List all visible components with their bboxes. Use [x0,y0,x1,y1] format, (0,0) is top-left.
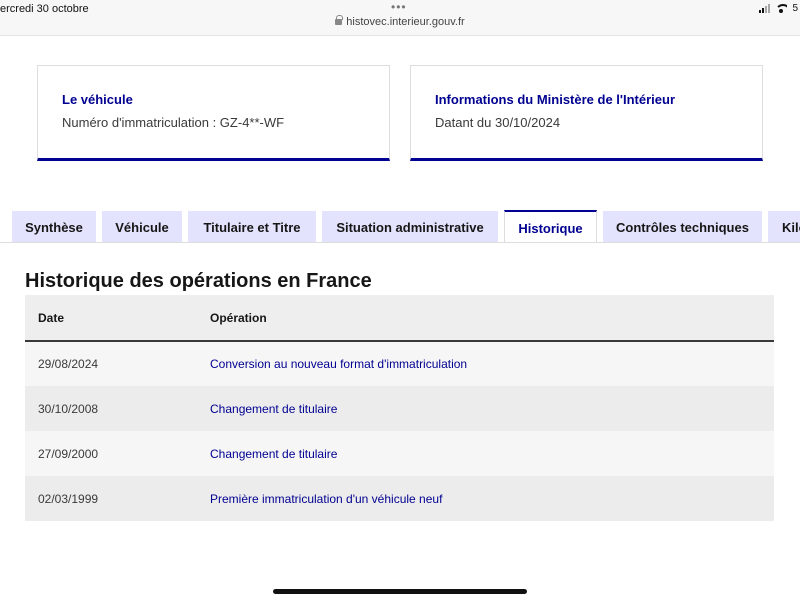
address-bar[interactable]: histovec.interieur.gouv.fr [0,15,800,28]
row-operation: Première immatriculation d'un véhicule n… [210,491,443,506]
table-header-row: Date Opération [25,295,774,341]
table-row: 27/09/2000 Changement de titulaire [25,431,774,476]
status-bar: ercredi 30 octobre ••• histovec.interieu… [0,0,800,36]
tab-situation-administrative[interactable]: Situation administrative [322,211,498,243]
row-operation: Changement de titulaire [210,401,338,416]
status-time: ercredi 30 octobre [0,3,89,15]
row-date: 02/03/1999 [38,491,99,506]
vehicle-card-title: Le véhicule [62,92,133,107]
tab-kilometrage[interactable]: Kilo [768,211,800,243]
row-date: 27/09/2000 [38,446,99,461]
url-text: histovec.interieur.gouv.fr [346,16,465,28]
column-header-date: Date [38,310,65,325]
status-indicators: 5 [759,3,798,14]
tab-titulaire-et-titre[interactable]: Titulaire et Titre [188,211,316,243]
tab-synthese[interactable]: Synthèse [12,211,96,243]
table-row: 29/08/2024 Conversion au nouveau format … [25,341,774,386]
registration-number: Numéro d'immatriculation : GZ-4**-WF [62,115,285,130]
table-row: 02/03/1999 Première immatriculation d'un… [25,476,774,521]
info-date: Datant du 30/10/2024 [435,115,561,130]
ministry-info-title: Informations du Ministère de l'Intérieur [435,92,676,107]
tab-vehicule[interactable]: Véhicule [102,211,182,243]
page-title: Historique des opérations en France [25,270,372,292]
history-table: Date Opération 29/08/2024 Conversion au … [25,295,774,521]
history-panel: Historique des opérations en France Date… [0,242,800,600]
more-options-icon[interactable]: ••• [391,1,407,13]
column-header-operation: Opération [210,310,267,325]
row-date: 30/10/2008 [38,401,99,416]
table-row: 30/10/2008 Changement de titulaire [25,386,774,431]
home-indicator[interactable] [273,589,527,594]
tab-historique[interactable]: Historique [504,210,597,243]
tab-controles-techniques[interactable]: Contrôles techniques [603,211,762,243]
vehicle-card: Le véhicule Numéro d'immatriculation : G… [37,65,390,161]
battery-level: 5 [792,3,798,14]
lock-icon [335,15,344,25]
tab-bar: Synthèse Véhicule Titulaire et Titre Sit… [0,210,800,243]
wifi-icon [775,4,788,13]
signal-icon [759,4,771,13]
row-operation: Conversion au nouveau format d'immatricu… [210,357,468,371]
row-date: 29/08/2024 [38,357,99,371]
ministry-info-card: Informations du Ministère de l'Intérieur… [410,65,763,161]
row-operation: Changement de titulaire [210,446,338,461]
